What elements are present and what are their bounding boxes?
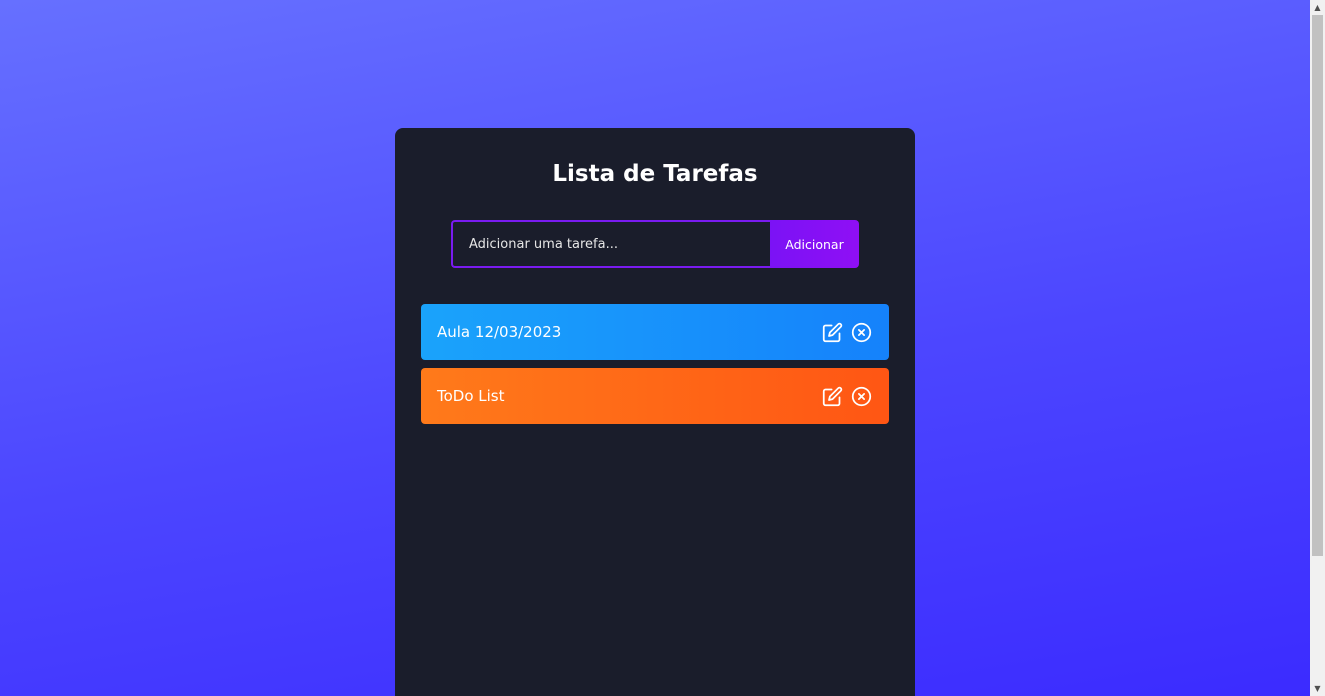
scroll-down-arrow-icon[interactable]: ▼ [1310,681,1325,696]
edit-icon[interactable] [822,322,843,343]
page-title: Lista de Tarefas [552,161,758,187]
scroll-up-arrow-icon[interactable]: ▲ [1310,0,1325,15]
task-text[interactable]: ToDo List [437,387,505,405]
close-circle-icon[interactable] [851,386,872,407]
task-actions [822,322,872,343]
page-background: Lista de Tarefas Adicionar Aula 12/03/20… [0,0,1310,696]
edit-icon[interactable] [822,386,843,407]
scroll-thumb[interactable] [1312,15,1323,556]
task-item: ToDo List [421,368,889,424]
task-actions [822,386,872,407]
task-input[interactable] [451,220,770,268]
vertical-scrollbar[interactable]: ▲ ▼ [1310,0,1325,696]
task-item: Aula 12/03/2023 [421,304,889,360]
task-list: Aula 12/03/2023 ToDo List [421,304,889,432]
task-text[interactable]: Aula 12/03/2023 [437,323,561,341]
add-task-form: Adicionar [451,220,859,268]
close-circle-icon[interactable] [851,322,872,343]
add-button[interactable]: Adicionar [770,220,859,268]
